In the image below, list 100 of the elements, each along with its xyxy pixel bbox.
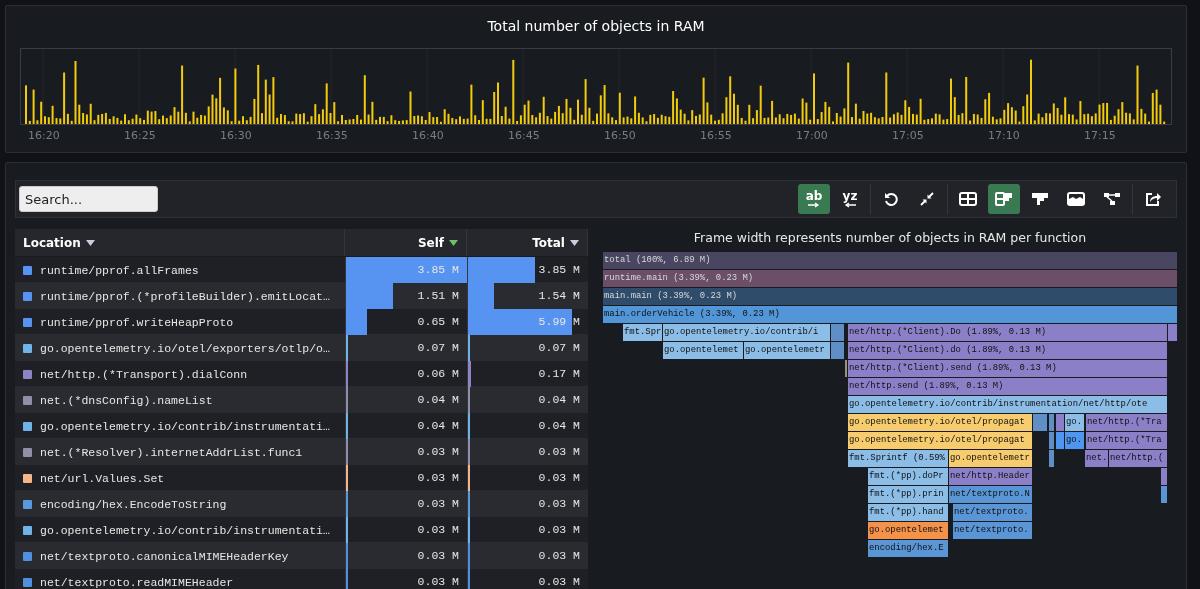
value-text: 0.03 M	[416, 444, 460, 460]
flame-frame[interactable]: fmt.(*pp).doPr	[868, 468, 948, 485]
table-row[interactable]: runtime/pprof.writeHeapProto 0.65 M 5.99 M	[15, 309, 588, 335]
value-text: 0.07 M	[537, 340, 581, 356]
location-text: net/textproto.readMIMEHeader	[40, 575, 234, 589]
flame-frame[interactable]: net/textproto.	[953, 522, 1032, 539]
flame-frame[interactable]	[1049, 450, 1054, 467]
value-text: 0.03 M	[537, 470, 581, 486]
flame-frame[interactable]	[1056, 414, 1064, 431]
flame-frame[interactable]: go.opentelemetry.io/otel/propagat	[848, 414, 1032, 431]
table-row[interactable]: net/textproto.readMIMEHeader 0.03 M 0.03 M	[15, 569, 588, 589]
flame-frame[interactable]: go.opentelemetry.io/contrib/i	[663, 324, 830, 341]
table-row[interactable]: net/http.(*Transport).dialConn 0.06 M 0.17 M	[15, 361, 588, 387]
value-text: 0.03 M	[537, 496, 581, 512]
flame-frame[interactable]	[1033, 414, 1047, 431]
location-text: net/url.Values.Set	[40, 471, 165, 485]
axis-tick-label: 16:50	[604, 129, 637, 142]
value-text: 0.04 M	[537, 418, 581, 434]
table-row[interactable]: net.(*Resolver).internetAddrList.func1 0.03 M 0.03 M	[15, 439, 588, 465]
share-icon	[1145, 191, 1161, 207]
table-row[interactable]: runtime/pprof.(*profileBuilder).emitLocat… 1.51 M 1.54 M	[15, 283, 588, 309]
flame-frame[interactable]: net/http.(*Tra	[1086, 432, 1167, 449]
flame-frame[interactable]: total (100%, 6.89 M)	[603, 252, 1177, 269]
table-row[interactable]: net/url.Values.Set 0.03 M 0.03 M	[15, 465, 588, 491]
flame-frame[interactable]: go.	[1065, 414, 1084, 431]
flame-frame[interactable]: net/textproto.	[953, 504, 1032, 521]
flame-frame[interactable]	[1161, 486, 1167, 503]
text-align-right-button[interactable]: yz	[834, 184, 866, 214]
flame-frame[interactable]: main.orderVehicle (3.39%, 0.23 M)	[603, 306, 1177, 323]
flame-frame[interactable]: go.opentelemetr	[744, 342, 830, 359]
arrow-icon	[843, 201, 857, 208]
location-text: encoding/hex.EncodeToString	[40, 497, 227, 511]
table-row[interactable]: runtime/pprof.allFrames 3.85 M 3.85 M	[15, 257, 588, 283]
flame-frame[interactable]: go.opentelemetry.io/otel/propagat	[848, 432, 1032, 449]
table-row[interactable]: encoding/hex.EncodeToString 0.03 M 0.03 M	[15, 491, 588, 517]
flame-frame[interactable]	[1049, 414, 1054, 431]
flame-frame[interactable]: net.	[1085, 450, 1108, 467]
axis-tick-label: 16:20	[28, 129, 61, 142]
flame-frame[interactable]: net/http.send (1.89%, 0.13 M)	[848, 378, 1167, 395]
axis-tick-label: 17:10	[988, 129, 1021, 142]
location-text: runtime/pprof.allFrames	[40, 263, 199, 277]
table-row[interactable]: net.(*dnsConfig).nameList 0.04 M 0.04 M	[15, 387, 588, 413]
flame-frame[interactable]: net/http.(*Client).send (1.89%, 0.13 M)	[848, 360, 1167, 377]
flame-frame[interactable]: encoding/hex.E	[868, 540, 948, 557]
flame-frame[interactable]	[831, 324, 844, 341]
split-view-button[interactable]	[988, 184, 1020, 214]
value-text: 0.07 M	[416, 340, 460, 356]
column-header[interactable]: Self	[345, 229, 467, 256]
flame-frame[interactable]: go.	[1065, 432, 1084, 449]
flame-frame[interactable]: net/http.(*Tra	[1086, 414, 1167, 431]
value-text: 0.03 M	[537, 548, 581, 564]
undo-icon	[883, 191, 899, 207]
value-text: 0.03 M	[537, 522, 581, 538]
value-text: 0.04 M	[537, 392, 581, 408]
table-row[interactable]: go.opentelemetry.io/otel/exporters/otlp/o… 0.07 M 0.07 M	[15, 335, 588, 361]
sandwich-icon	[1067, 192, 1085, 206]
flame-frame[interactable]: go.opentelemetry.io/contrib/instrumentation/net/http/ote	[848, 396, 1167, 413]
value-text: 0.03 M	[537, 444, 581, 460]
value-text: 0.03 M	[416, 574, 460, 589]
axis-tick-label: 17:05	[892, 129, 925, 142]
value-text: 0.04 M	[416, 418, 460, 434]
flame-frame[interactable]: runtime.main (3.39%, 0.23 M)	[603, 270, 1177, 287]
flame-frame[interactable]: fmt.Spr	[623, 324, 662, 341]
text-align-left-button[interactable]: ab	[798, 184, 830, 214]
table-row[interactable]: net/textproto.canonicalMIMEHeaderKey 0.03 M 0.03 M	[15, 543, 588, 569]
axis-tick-label: 17:00	[796, 129, 829, 142]
location-text: net/http.(*Transport).dialConn	[40, 367, 248, 381]
location-text: go.opentelemetry.io/contrib/instrumentati…	[40, 419, 330, 433]
flame-frame[interactable]: net/http.(*Client).do (1.89%, 0.13 M)	[848, 342, 1167, 359]
flame-frame[interactable]	[1161, 468, 1167, 485]
flame-frame[interactable]	[1168, 324, 1177, 341]
flame-frame[interactable]: net/textproto.N	[949, 486, 1032, 503]
caret-icon	[570, 239, 579, 246]
flame-frame[interactable]: go.opentelemetr	[949, 450, 1032, 467]
flame-frame[interactable]	[1049, 432, 1054, 449]
location-text: net.(*Resolver).internetAddrList.func1	[40, 445, 303, 459]
value-text: 0.06 M	[416, 366, 460, 382]
flame-frame[interactable]: main.main (3.39%, 0.23 M)	[603, 288, 1177, 305]
column-header[interactable]: Total	[467, 229, 588, 256]
flame-frame[interactable]: net/http.Header	[949, 468, 1032, 485]
flame-frame[interactable]: go.opentelemet	[868, 522, 948, 539]
flame-frame[interactable]: fmt.(*pp).hand	[868, 504, 948, 521]
flame-frame[interactable]: net/http.(	[1109, 450, 1167, 467]
axis-tick-label: 16:40	[412, 129, 445, 142]
flame-frame[interactable]: go.opentelemet	[663, 342, 743, 359]
flame-frame[interactable]: net/http.(*Client).Do (1.89%, 0.13 M)	[848, 324, 1167, 341]
split-view-icon	[995, 192, 1013, 206]
flame-graph-title: Frame width represents number of objects in RAM per function	[692, 229, 1088, 247]
flame-frame[interactable]: fmt.Sprintf (0.59%	[848, 450, 948, 467]
value-text: 3.85 M	[537, 262, 581, 278]
table-row[interactable]: go.opentelemetry.io/contrib/instrumentati… 0.03 M 0.03 M	[15, 517, 588, 543]
table-row[interactable]: go.opentelemetry.io/contrib/instrumentati… 0.04 M 0.04 M	[15, 413, 588, 439]
search-field[interactable]: Search...	[19, 186, 158, 212]
flame-frame[interactable]: fmt.(*pp).prin	[868, 486, 948, 503]
axis-tick-label: 17:15	[1084, 129, 1117, 142]
value-text: 0.04 M	[416, 392, 460, 408]
location-text: runtime/pprof.(*profileBuilder).emitLocat…	[40, 289, 330, 303]
column-header[interactable]: Location	[15, 229, 345, 256]
flame-frame[interactable]	[831, 342, 844, 359]
flame-frame[interactable]	[1056, 432, 1064, 449]
